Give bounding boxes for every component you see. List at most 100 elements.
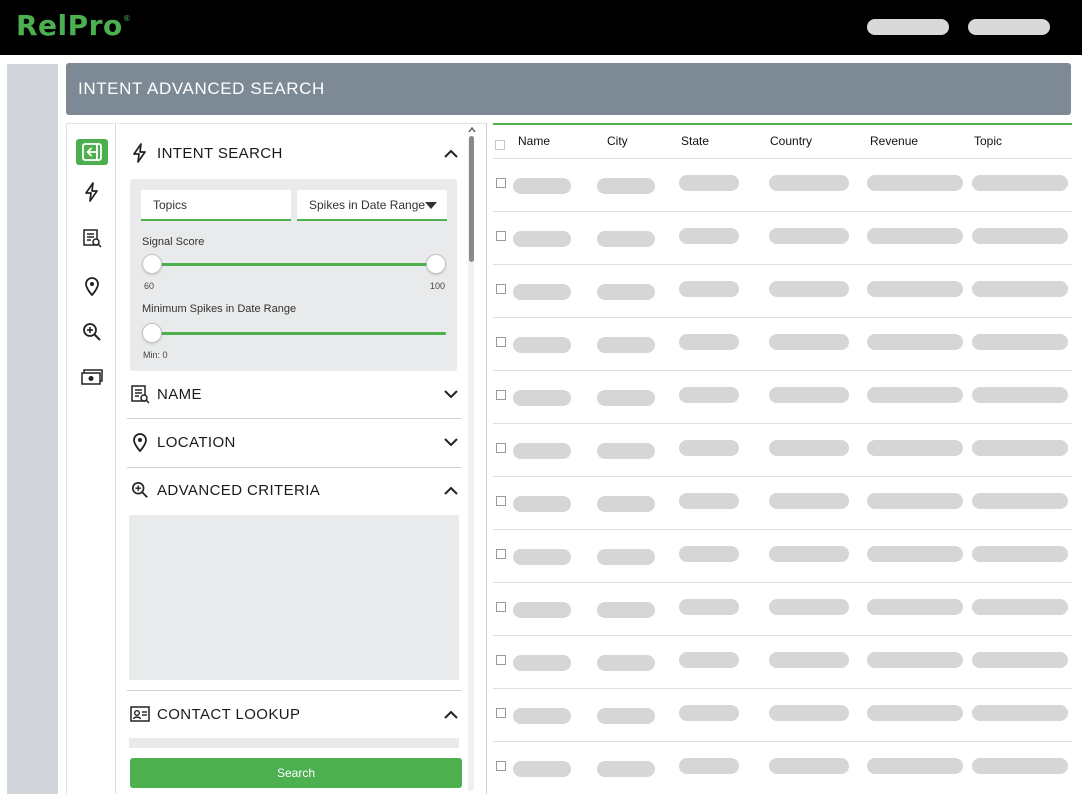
rail-name-button[interactable] <box>76 225 108 251</box>
cell-placeholder-city <box>597 443 655 459</box>
name-section-title: NAME <box>157 385 202 403</box>
cell-placeholder-country <box>769 599 849 615</box>
cell-placeholder-name <box>513 390 571 406</box>
top-bar: RelPro® <box>0 0 1082 55</box>
signal-score-max-handle[interactable] <box>426 254 446 274</box>
panel-scrollbar-thumb[interactable] <box>469 136 474 262</box>
top-nav-placeholder-2[interactable] <box>968 19 1050 35</box>
row-divider <box>493 635 1072 636</box>
row-checkbox[interactable] <box>496 178 506 188</box>
cell-placeholder-revenue <box>867 758 963 774</box>
row-checkbox[interactable] <box>496 231 506 241</box>
table-top-accent <box>493 123 1072 125</box>
cell-placeholder-state <box>679 440 739 456</box>
cell-placeholder-city <box>597 231 655 247</box>
cell-placeholder-name <box>513 549 571 565</box>
cell-placeholder-topic <box>972 652 1068 668</box>
row-checkbox[interactable] <box>496 284 506 294</box>
cell-placeholder-topic <box>972 493 1068 509</box>
min-spikes-value: Min: 0 <box>143 350 168 360</box>
cell-placeholder-country <box>769 175 849 191</box>
zoom-in-icon <box>83 323 101 341</box>
cell-placeholder-city <box>597 284 655 300</box>
intent-search-header[interactable]: INTENT SEARCH <box>129 138 461 168</box>
cell-placeholder-name <box>513 708 571 724</box>
cell-placeholder-revenue <box>867 440 963 456</box>
signal-score-label: Signal Score <box>142 236 205 248</box>
cell-placeholder-topic <box>972 228 1068 244</box>
min-spikes-handle[interactable] <box>142 323 162 343</box>
chevron-up-icon[interactable] <box>441 704 461 724</box>
name-section-header[interactable]: NAME <box>129 379 461 409</box>
cell-placeholder-country <box>769 705 849 721</box>
location-section-header[interactable]: LOCATION <box>129 427 461 457</box>
cell-placeholder-country <box>769 546 849 562</box>
topics-field[interactable]: Topics <box>141 190 291 221</box>
column-header-name[interactable]: Name <box>518 134 550 148</box>
cell-placeholder-state <box>679 175 739 191</box>
logo-registered-mark: ® <box>122 13 132 23</box>
rail-advanced-button[interactable] <box>76 319 108 345</box>
collapse-panel-button[interactable] <box>76 139 108 165</box>
advanced-criteria-body <box>129 515 459 680</box>
filter-icon-rail <box>66 123 116 794</box>
cell-placeholder-city <box>597 549 655 565</box>
cell-placeholder-country <box>769 387 849 403</box>
cell-placeholder-country <box>769 228 849 244</box>
row-divider <box>493 582 1072 583</box>
row-checkbox[interactable] <box>496 708 506 718</box>
money-icon <box>81 369 103 385</box>
column-header-city[interactable]: City <box>607 134 628 148</box>
page-header: INTENT ADVANCED SEARCH <box>66 63 1071 115</box>
row-checkbox[interactable] <box>496 602 506 612</box>
row-checkbox[interactable] <box>496 390 506 400</box>
scroll-up-arrow-icon[interactable] <box>468 126 476 134</box>
cell-placeholder-revenue <box>867 228 963 244</box>
date-range-select[interactable]: Spikes in Date Range <box>297 190 447 221</box>
rail-location-button[interactable] <box>76 273 108 299</box>
row-checkbox[interactable] <box>496 337 506 347</box>
row-checkbox[interactable] <box>496 496 506 506</box>
cell-placeholder-revenue <box>867 652 963 668</box>
contact-lookup-header[interactable]: CONTACT LOOKUP <box>129 699 461 729</box>
chevron-up-icon[interactable] <box>441 143 461 163</box>
cell-placeholder-topic <box>972 281 1068 297</box>
top-nav-placeholder-1[interactable] <box>867 19 949 35</box>
column-header-country[interactable]: Country <box>770 134 812 148</box>
cell-placeholder-state <box>679 705 739 721</box>
chevron-down-icon[interactable] <box>441 384 461 404</box>
column-header-revenue[interactable]: Revenue <box>870 134 918 148</box>
chevron-down-icon[interactable] <box>441 432 461 452</box>
row-divider <box>493 529 1072 530</box>
rail-revenue-button[interactable] <box>76 364 108 390</box>
row-checkbox[interactable] <box>496 761 506 771</box>
cell-placeholder-revenue <box>867 387 963 403</box>
cell-placeholder-topic <box>972 705 1068 721</box>
min-spikes-track[interactable] <box>152 332 446 335</box>
cell-placeholder-name <box>513 337 571 353</box>
row-checkbox[interactable] <box>496 443 506 453</box>
select-all-checkbox[interactable] <box>495 140 505 150</box>
column-header-state[interactable]: State <box>681 134 709 148</box>
cell-placeholder-revenue <box>867 493 963 509</box>
cell-placeholder-revenue <box>867 334 963 350</box>
column-header-topic[interactable]: Topic <box>974 134 1002 148</box>
filter-panel: INTENT SEARCH Topics Spikes in Date Rang… <box>117 123 487 794</box>
rail-intent-button[interactable] <box>76 179 108 205</box>
search-button[interactable]: Search <box>130 758 462 788</box>
contact-lookup-body <box>129 738 459 748</box>
row-checkbox[interactable] <box>496 549 506 559</box>
cell-placeholder-topic <box>972 546 1068 562</box>
cell-placeholder-revenue <box>867 705 963 721</box>
chevron-up-icon[interactable] <box>441 480 461 500</box>
cell-placeholder-city <box>597 496 655 512</box>
cell-placeholder-country <box>769 493 849 509</box>
cell-placeholder-country <box>769 652 849 668</box>
relpro-logo[interactable]: RelPro® <box>16 9 131 42</box>
advanced-criteria-title: ADVANCED CRITERIA <box>157 481 321 499</box>
row-checkbox[interactable] <box>496 655 506 665</box>
row-divider <box>493 741 1072 742</box>
advanced-criteria-header[interactable]: ADVANCED CRITERIA <box>129 475 461 505</box>
signal-score-track[interactable] <box>152 263 436 266</box>
signal-score-min-handle[interactable] <box>142 254 162 274</box>
